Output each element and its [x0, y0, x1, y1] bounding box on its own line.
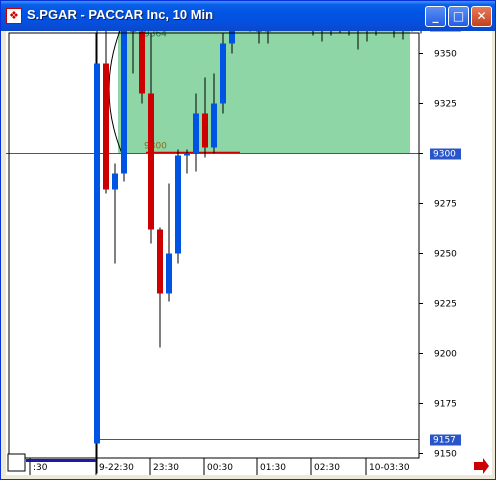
price-chart[interactable]: $0.6493649300 91509175920092259250927593… — [6, 31, 492, 475]
price-tick-label: 9150 — [434, 450, 457, 460]
scroll-position-bar[interactable] — [26, 459, 96, 462]
candle-body-down — [256, 31, 262, 32]
title-bar[interactable]: ❖ S.PGAR - PACCAR Inc, 10 Min _ □ ✕ — [1, 1, 495, 31]
price-tick-label: 9325 — [434, 100, 457, 110]
maximize-button[interactable]: □ — [448, 6, 469, 27]
candle-body-down — [130, 31, 136, 32]
candle-body-up — [184, 153, 190, 156]
price-marker-label: 9364 — [433, 31, 456, 32]
price-tick-label: 9175 — [434, 400, 457, 410]
candle-body-up — [211, 103, 217, 148]
candle-body-down — [139, 31, 145, 94]
scroll-corner-box[interactable] — [7, 453, 26, 472]
candle-body-up — [193, 113, 199, 154]
time-tick-label: 23:30 — [153, 463, 179, 473]
candle-body-up — [220, 43, 226, 104]
candle-body-up — [166, 253, 172, 294]
price-tick-label: 9250 — [434, 250, 457, 260]
range-bottom-label: 9300 — [144, 142, 167, 152]
candle[interactable] — [121, 31, 127, 182]
close-button[interactable]: ✕ — [471, 6, 492, 27]
price-tick-label: 9200 — [434, 350, 457, 360]
time-tick-label: 9-22:30 — [99, 463, 134, 473]
range-top-label: 9364 — [144, 31, 167, 40]
candle[interactable] — [175, 149, 181, 264]
candle-body-down — [148, 93, 154, 230]
candle-body-down — [103, 63, 109, 190]
window-title: S.PGAR - PACCAR Inc, 10 Min — [27, 7, 214, 22]
minimize-button[interactable]: _ — [425, 6, 446, 27]
candle[interactable] — [94, 31, 100, 474]
candle-body-down — [202, 113, 208, 148]
candle-body-up — [265, 31, 271, 32]
chart-window: ❖ S.PGAR - PACCAR Inc, 10 Min _ □ ✕ $0.6… — [0, 0, 496, 480]
candle-body-up — [121, 31, 127, 174]
range-box[interactable] — [118, 31, 410, 154]
app-icon[interactable]: ❖ — [6, 8, 22, 24]
app-icon-glyph: ❖ — [9, 9, 19, 22]
candle-body-up — [175, 155, 181, 254]
time-tick-label: 10-03:30 — [369, 463, 410, 473]
candle-body-up — [94, 63, 100, 444]
candle[interactable] — [220, 33, 226, 114]
time-tick-label: 00:30 — [207, 463, 233, 473]
range-box-layer: $0.6493649300 — [108, 31, 410, 154]
time-tick-label: 02:30 — [314, 463, 340, 473]
price-tick-label: 9350 — [434, 50, 457, 60]
price-marker-label: 9300 — [433, 150, 456, 160]
candle-body-down — [157, 229, 163, 294]
time-tick-label: 01:30 — [260, 463, 286, 473]
candle[interactable] — [139, 31, 145, 104]
price-tick-label: 9275 — [434, 200, 457, 210]
candle-body-up — [112, 173, 118, 190]
price-tick-label: 9225 — [434, 300, 457, 310]
time-tick-label: :30 — [33, 463, 48, 473]
price-marker-label: 9157 — [433, 436, 456, 446]
